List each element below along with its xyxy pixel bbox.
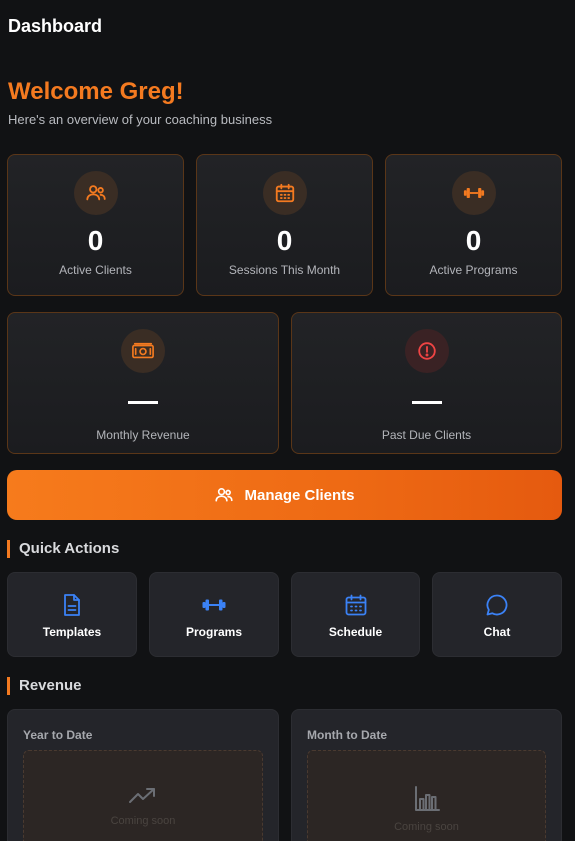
dumbbell-icon [451,171,496,215]
stat-label: Past Due Clients [381,428,472,442]
welcome-title: Welcome Greg! [8,78,184,105]
stat-label: Active Programs [429,263,518,277]
calendar-icon [345,594,366,616]
calendar-icon [262,171,307,215]
stat-card-programs[interactable]: 0 Active Programs [385,154,562,296]
stat-value: 0 [87,225,104,256]
stat-label: Active Clients [59,263,132,277]
stat-value: 0 [465,225,482,256]
stat-label: Sessions This Month [228,263,341,277]
manage-clients-button[interactable]: Manage Clients [7,470,562,520]
top-header: Dashboard [0,0,575,54]
stat-value: 0 [276,225,293,256]
revenue-card-ytd: Year to Date Coming soon [7,709,279,841]
trending-up-icon [129,788,155,803]
stat-value-placeholder [411,401,442,404]
quick-action-templates[interactable]: Templates [7,572,137,657]
bar-chart-icon [414,786,440,811]
revenue-placeholder: Coming soon [23,750,263,841]
quick-action-chat[interactable]: Chat [432,572,562,657]
alert-icon [404,329,449,373]
revenue-card-mtd: Month to Date Coming soon [291,709,562,841]
users-icon [215,488,234,502]
quick-action-label: Programs [185,625,243,639]
section-title-quick-actions: Quick Actions [7,540,119,558]
stat-card-active-clients[interactable]: 0 Active Clients [7,154,184,296]
quick-action-label: Chat [483,625,511,639]
stat-label: Monthly Revenue [96,428,190,442]
revenue-card-title: Month to Date [307,728,387,742]
welcome-subtitle: Here's an overview of your coaching busi… [8,112,273,127]
stat-value-placeholder [128,401,158,404]
stat-card-sessions[interactable]: 0 Sessions This Month [196,154,373,296]
users-icon [73,171,118,215]
money-icon [121,329,165,373]
quick-action-label: Templates [42,625,102,639]
manage-clients-label: Manage Clients [244,486,355,504]
coming-soon-text: Coming soon [394,821,459,833]
page-title: Dashboard [8,16,103,36]
quick-action-schedule[interactable]: Schedule [291,572,420,657]
section-title-revenue: Revenue [7,677,82,695]
revenue-card-title: Year to Date [23,728,93,742]
quick-action-programs[interactable]: Programs [149,572,279,657]
stat-card-past-due[interactable]: Past Due Clients [291,312,562,454]
stat-card-monthly-revenue[interactable]: Monthly Revenue [7,312,279,454]
dumbbell-icon [202,599,226,611]
coming-soon-text: Coming soon [110,815,176,827]
document-icon [64,594,80,616]
revenue-placeholder: Coming soon [307,750,546,841]
chat-icon [486,594,508,616]
quick-action-label: Schedule [328,625,383,639]
welcome-section: Welcome Greg! Here's an overview of your… [8,78,272,127]
